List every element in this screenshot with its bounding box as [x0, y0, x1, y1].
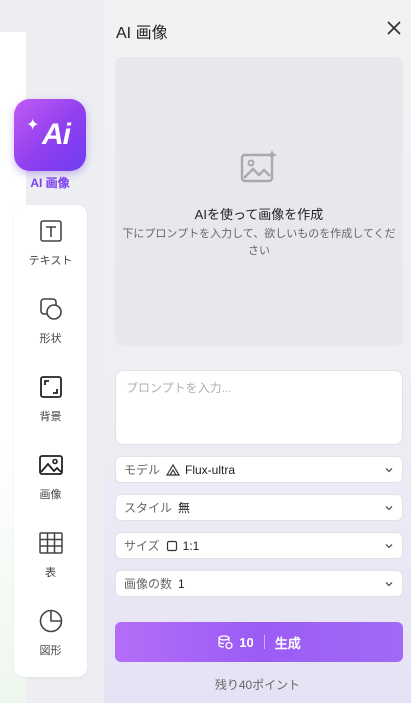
tool-table-label: 表	[45, 567, 56, 579]
style-select[interactable]: スタイル 無	[115, 494, 403, 521]
tool-chart[interactable]: 図形	[14, 595, 87, 665]
background-icon	[39, 376, 62, 398]
credits-icon	[218, 635, 233, 650]
button-divider	[263, 635, 265, 649]
text-icon	[39, 220, 62, 242]
ai-image-panel: AI 画像 AIを使って画像を作成 下にプロンプトを入力して、欲しいものを作成し…	[104, 0, 411, 703]
image-count-label: 画像の数	[124, 577, 173, 591]
size-value-wrap: 1:1	[166, 538, 200, 553]
chevron-down-icon	[385, 506, 393, 511]
tool-background-label: 背景	[39, 411, 62, 423]
remaining-points: 残り40ポイント	[214, 678, 301, 692]
tool-text-label: テキスト	[28, 255, 73, 267]
generate-cost: 10	[239, 634, 254, 650]
model-value: Flux-ultra	[185, 462, 236, 477]
image-count-value: 1	[178, 576, 185, 591]
tool-text[interactable]: テキスト	[14, 205, 87, 275]
generate-button[interactable]: 10 生成	[115, 622, 403, 662]
chevron-down-icon	[385, 582, 393, 587]
chart-icon	[39, 609, 62, 633]
model-value-wrap: Flux-ultra	[166, 463, 235, 477]
size-select[interactable]: サイズ 1:1	[115, 532, 403, 559]
tool-shape-label: 形状	[39, 333, 62, 345]
generate-label: 生成	[274, 635, 301, 651]
prompt-input[interactable]	[115, 370, 403, 445]
tool-image-label: 画像	[39, 489, 62, 501]
model-select[interactable]: モデル Flux-ultra	[115, 456, 403, 483]
tool-shape[interactable]: 形状	[14, 283, 87, 353]
tool-table[interactable]: 表	[14, 517, 87, 587]
model-label: モデル	[124, 463, 161, 477]
size-value: 1:1	[182, 538, 200, 553]
ai-logo-text: Ai	[42, 118, 71, 151]
tool-image[interactable]: 画像	[14, 439, 87, 509]
table-icon	[38, 532, 63, 554]
preview-title: AIを使って画像を作成	[194, 207, 324, 222]
image-icon	[38, 455, 63, 475]
preview-description: 下にプロンプトを入力して、欲しいものを作成してください	[122, 228, 396, 257]
panel-title: AI 画像	[116, 25, 168, 42]
close-icon[interactable]	[384, 18, 404, 38]
flux-model-icon	[166, 463, 181, 476]
image-sparkle-icon	[240, 150, 277, 183]
tool-background[interactable]: 背景	[14, 361, 87, 431]
ai-image-tool-button[interactable]: ✦ Ai	[14, 99, 86, 171]
shape-icon	[39, 298, 62, 320]
chevron-down-icon	[385, 544, 393, 549]
style-value: 無	[178, 501, 191, 515]
image-preview-area: AIを使って画像を作成 下にプロンプトを入力して、欲しいものを作成してください	[115, 57, 403, 346]
square-ratio-icon	[166, 540, 177, 551]
image-count-select[interactable]: 画像の数 1	[115, 570, 403, 597]
style-label: スタイル	[124, 501, 173, 515]
chevron-down-icon	[385, 468, 393, 473]
sparkle-icon: ✦	[26, 117, 40, 134]
tool-sidebar: テキスト 形状 背景 画像 表 図形	[14, 205, 87, 677]
size-label: サイズ	[124, 539, 160, 553]
ai-image-tool-label: AI 画像	[30, 176, 70, 190]
tool-chart-label: 図形	[39, 645, 62, 657]
